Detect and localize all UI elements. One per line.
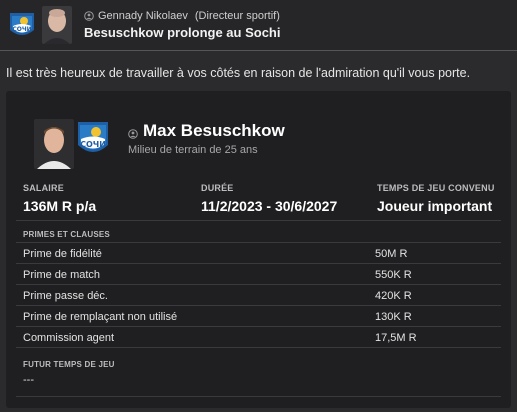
bonus-value: 17,5M R: [375, 332, 417, 344]
player-name[interactable]: Max Besuschkow: [143, 121, 285, 141]
divider: [16, 220, 501, 221]
player-description: Milieu de terrain de 25 ans: [128, 144, 258, 156]
bonus-label: Prime passe déc.: [23, 290, 108, 302]
bonus-label: Prime de match: [23, 269, 101, 281]
sender-role: (Directeur sportif): [194, 10, 280, 22]
future-heading: FUTUR TEMPS DE JEU: [23, 360, 115, 369]
playtime-value: Joueur important: [377, 198, 493, 214]
person-icon: [128, 126, 138, 139]
divider: [16, 347, 501, 348]
bonus-value: 50M R: [375, 248, 408, 260]
bonus-value: 420K R: [375, 290, 412, 302]
person-icon: [84, 11, 94, 21]
divider: [16, 263, 501, 264]
contract-card: COЧИ Max Besuschkow Milieu de terrain de…: [6, 91, 511, 408]
future-value: ---: [23, 374, 34, 386]
duration-value: 11/2/2023 - 30/6/2027: [201, 198, 338, 214]
bonus-label: Prime de fidélité: [23, 248, 102, 260]
salary-value: 136M R p/a: [23, 198, 97, 214]
bonuses-heading: PRIMES ET CLAUSES: [23, 230, 110, 239]
bonus-label: Prime de remplaçant non utilisé: [23, 311, 178, 323]
player-club-logo-icon[interactable]: COЧИ: [76, 119, 110, 161]
divider: [16, 242, 501, 243]
bonus-value: 550K R: [375, 269, 412, 281]
playtime-label: TEMPS DE JEU CONVENU: [377, 183, 495, 193]
salary-label: SALAIRE: [23, 183, 64, 193]
svg-text:COЧИ: COЧИ: [12, 26, 31, 33]
player-name-line: Max Besuschkow: [128, 121, 285, 141]
bonus-label: Commission agent: [23, 332, 115, 344]
divider: [16, 326, 501, 327]
sender-line: Gennady Nikolaev (Directeur sportif): [84, 10, 280, 22]
divider: [16, 396, 501, 397]
duration-label: DURÉE: [201, 183, 234, 193]
player-photo[interactable]: [34, 119, 74, 169]
bonus-value: 130K R: [375, 311, 412, 323]
news-header: COЧИ Gennady Nikolaev (Directeur sportif…: [0, 0, 517, 50]
club-logo-icon[interactable]: COЧИ: [8, 10, 36, 42]
sender-name[interactable]: Gennady Nikolaev: [98, 10, 188, 22]
divider: [16, 305, 501, 306]
news-message: Il est très heureux de travailler à vos …: [6, 66, 471, 80]
svg-text:COЧИ: COЧИ: [80, 140, 106, 149]
divider: [16, 284, 501, 285]
header-divider: [0, 50, 517, 51]
news-title: Besuschkow prolonge au Sochi: [84, 25, 281, 40]
sender-photo[interactable]: [42, 6, 72, 44]
